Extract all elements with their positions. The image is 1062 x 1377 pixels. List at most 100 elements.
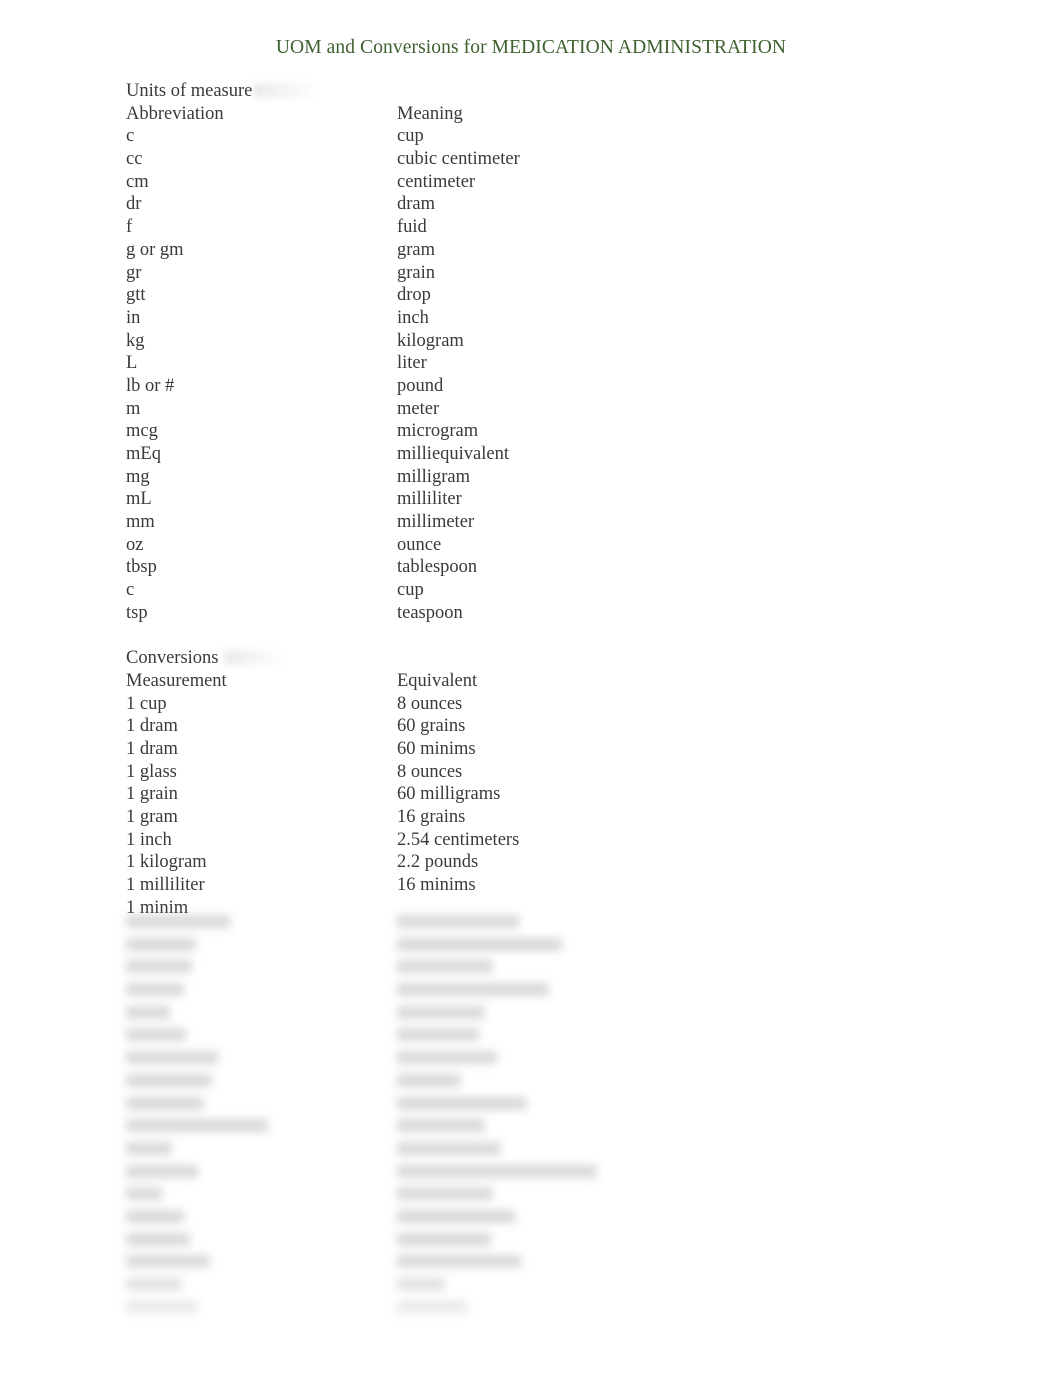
unit-abbreviation: kg [126,330,145,351]
conversion-equivalent: 60 minims [397,738,476,759]
table-row: 1 dram 60 minims [126,738,946,761]
obscured-row [126,933,946,956]
obscured-text-left [126,1005,170,1019]
unit-abbreviation: tsp [126,602,148,623]
table-row: 1 dram 60 grains [126,715,946,738]
conversion-measurement: 1 minim [126,897,189,918]
unit-meaning: cup [397,126,424,147]
table-row: m meter [126,398,946,421]
obscured-text-right [397,1051,497,1065]
obscured-text-right [397,1255,521,1269]
table-row: 1 kilogram 2.2 pounds [126,851,946,874]
conversion-equivalent: 60 grains [397,716,466,737]
unit-abbreviation: dr [126,194,142,215]
conversions-row-list: 1 cup 8 ounces 1 dram 60 grains 1 dram 60 min… [126,693,946,920]
unit-meaning: fuid [397,217,427,238]
unit-meaning: meter [397,398,440,419]
unit-meaning: drop [397,285,431,306]
obscured-row [126,1092,946,1115]
unit-meaning: tablespoon [397,557,478,578]
unit-abbreviation: c [126,126,135,147]
unit-abbreviation: gtt [126,285,146,306]
unit-abbreviation: mg [126,466,150,487]
unit-abbreviation: g or gm [126,239,184,260]
unit-meaning: kilogram [397,330,464,351]
obscured-text-left [126,1187,162,1201]
unit-abbreviation: m [126,398,141,419]
table-row: oz ounce [126,534,946,557]
obscured-text-right [397,1073,461,1087]
conversion-measurement: 1 inch [126,829,172,850]
conversions-heading-redaction-smudge [224,650,286,666]
conversion-measurement: 1 gram [126,807,178,827]
table-row: cm centimeter [126,171,946,194]
unit-meaning: inch [397,307,429,328]
obscured-text-left [126,960,192,974]
obscured-content-region [126,910,946,1314]
table-row: 1 minim [126,897,946,920]
conversion-equivalent: 16 grains [397,807,466,827]
table-row: gtt drop [126,284,946,307]
conversion-measurement: 1 kilogram [126,852,207,873]
obscured-row [126,1023,946,1046]
table-row: mcg microgram [126,420,946,443]
unit-meaning: cup [397,580,424,601]
unit-meaning: centimeter [397,171,476,192]
document-page: UOM and Conversions for MEDICATION ADMIN… [0,0,1062,1377]
table-row: in inch [126,307,946,330]
unit-abbreviation: mcg [126,421,158,442]
unit-meaning: cubic centimeter [397,149,520,170]
unit-abbreviation: L [126,353,138,374]
obscured-text-left [126,1232,190,1246]
unit-meaning: gram [397,239,436,260]
conversions-column-headers: Measurement Equivalent [126,670,946,693]
obscured-row [126,1250,946,1273]
table-row: c cup [126,579,946,602]
document-body: Units of measure Abbreviation Meaning cc… [126,80,946,919]
unit-abbreviation: mm [126,512,155,533]
obscured-row [126,1001,946,1024]
unit-meaning: milliliter [397,489,462,510]
table-row: tbsp tablespoon [126,556,946,579]
unit-abbreviation: cc [126,149,143,170]
unit-abbreviation: lb or # [126,375,175,396]
units-row-list: c cup cc cubic centimeter cm centimeter dr dram… [126,125,946,624]
obscured-text-right [397,1187,493,1201]
obscured-row [126,1205,946,1228]
unit-meaning: millimeter [397,512,475,533]
table-row: mL milliliter [126,488,946,511]
conversion-equivalent: 2.2 pounds [397,852,479,873]
obscured-row [126,1182,946,1205]
obscured-row [126,1046,946,1069]
table-row: g or gm gram [126,239,946,262]
table-row: cc cubic centimeter [126,148,946,171]
units-section-heading-label: Units of measure [126,81,253,101]
obscured-row [126,1296,946,1319]
unit-abbreviation: gr [126,262,142,283]
conversion-measurement: 1 dram [126,738,178,759]
obscured-text-right [397,960,493,974]
conversions-section-heading-label: Conversions [126,648,219,669]
table-row: mEq milliequivalent [126,443,946,466]
table-row: 1 cup 8 ounces [126,693,946,716]
obscured-text-right [397,1278,445,1291]
obscured-row [126,1137,946,1160]
table-row: mg milligram [126,466,946,489]
conversions-column-header-measurement: Measurement [126,670,227,691]
conversion-equivalent: 60 milligrams [397,784,501,805]
obscured-text-right [397,1232,491,1246]
table-row: 1 gram 16 grains [126,806,946,829]
obscured-text-right [397,1141,501,1155]
table-row: 1 milliliter 16 minims [126,874,946,897]
unit-meaning: milligram [397,466,470,487]
obscured-text-right [397,1096,527,1110]
units-column-header-meaning: Meaning [397,103,463,124]
conversion-measurement: 1 grain [126,784,178,805]
unit-meaning: ounce [397,534,442,555]
obscured-text-left [126,1096,204,1110]
conversion-equivalent: 2.54 centimeters [397,829,520,850]
table-row: kg kilogram [126,330,946,353]
unit-meaning: microgram [397,421,479,442]
table-row: mm millimeter [126,511,946,534]
unit-meaning: milliequivalent [397,444,510,464]
